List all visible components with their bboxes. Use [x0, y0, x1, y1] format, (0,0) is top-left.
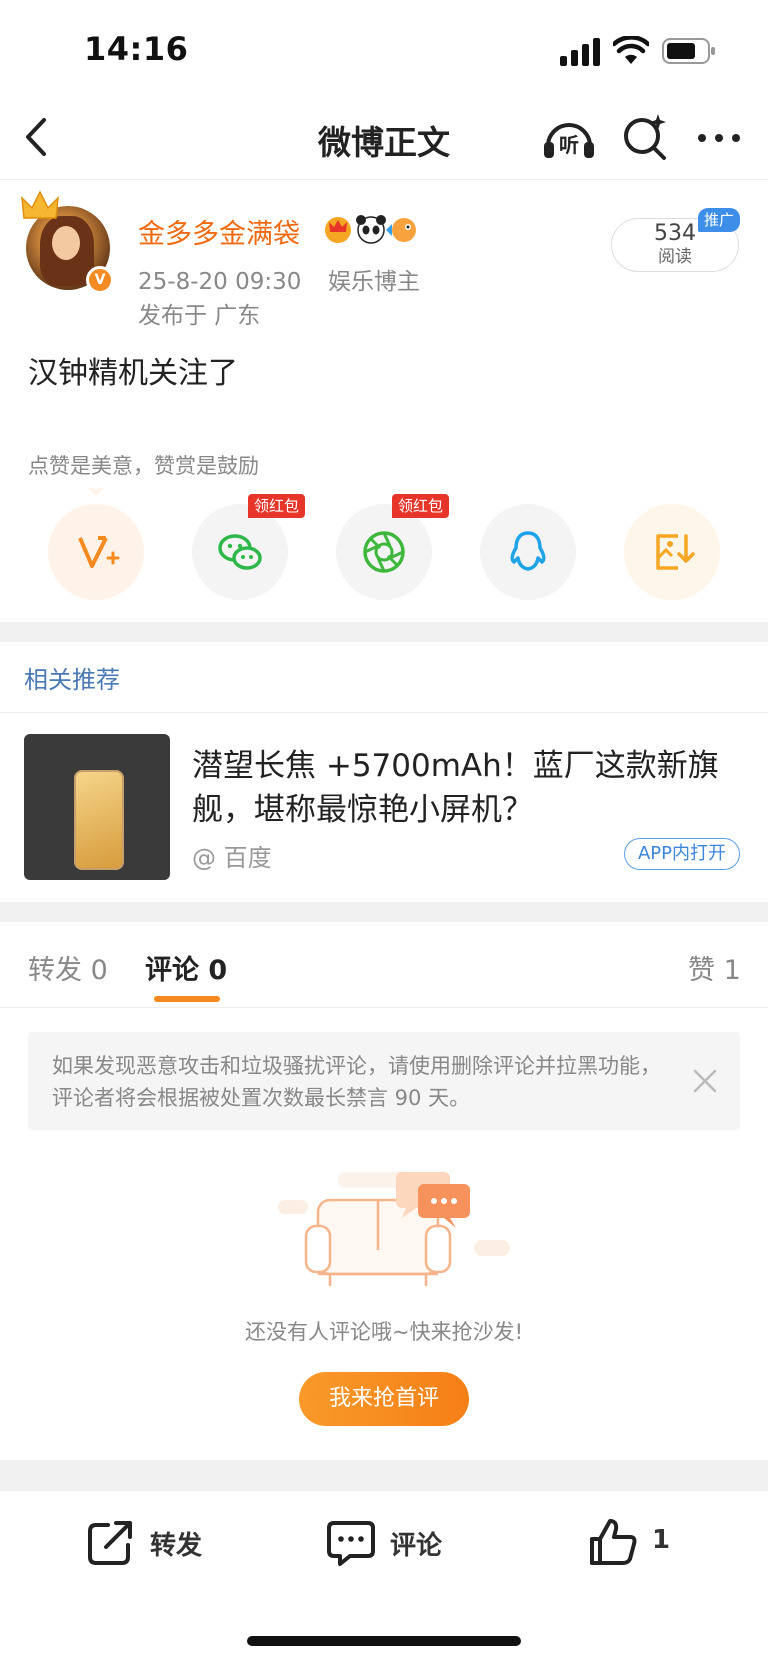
- share-moments-button[interactable]: 领红包: [336, 494, 450, 600]
- related-source: @ 百度: [192, 844, 272, 872]
- first-comment-button[interactable]: 我来抢首评: [299, 1372, 469, 1426]
- red-packet-badge: 领红包: [392, 494, 450, 518]
- user-tag: 娱乐博主: [327, 269, 420, 295]
- related-section-title: 相关推荐: [24, 666, 120, 694]
- interaction-tabs: 转发 0 评论 0 赞 1: [0, 920, 768, 1008]
- battery-icon: [662, 38, 715, 64]
- avatar[interactable]: V: [21, 190, 114, 294]
- save-image-button[interactable]: [624, 504, 720, 600]
- divider: [0, 712, 768, 713]
- section-divider: [0, 622, 768, 642]
- section-divider: [0, 902, 768, 922]
- status-bar: 14:16: [0, 0, 768, 96]
- related-headline[interactable]: 潜望长焦 +5700mAh！蓝厂这款新旗舰，堪称最惊艳小屏机？: [192, 744, 744, 832]
- home-indicator: [247, 1636, 521, 1646]
- pufferfish-icon: [386, 218, 416, 242]
- comment-label: 评论: [390, 1531, 443, 1561]
- top-nav-bar: 微博正文 听: [0, 96, 768, 180]
- cellular-signal-icon: [560, 38, 600, 66]
- post-date: 25-8-20 09:30: [138, 269, 302, 295]
- post-meta: 25-8-20 09:30 娱乐博主: [138, 262, 420, 296]
- bottom-action-bar: 转发 评论 1: [0, 1490, 768, 1590]
- wechat-icon: [218, 534, 262, 570]
- phone-image: [74, 770, 124, 870]
- user-badges: [325, 215, 416, 244]
- more-dots-icon[interactable]: [694, 110, 744, 164]
- tab-comments[interactable]: 评论 0: [145, 948, 227, 987]
- thumbs-up-icon: [590, 1519, 637, 1565]
- crown-icon: [21, 190, 59, 219]
- share-row: 领红包 领红包: [0, 494, 768, 600]
- tip-pointer: [88, 488, 104, 496]
- reward-button[interactable]: [48, 504, 144, 600]
- moments-icon: [363, 531, 405, 573]
- sofa-illustration: [278, 1172, 510, 1286]
- close-icon[interactable]: [690, 1066, 720, 1096]
- red-packet-badge: 领红包: [248, 494, 306, 518]
- post-location: 发布于 广东: [138, 303, 261, 329]
- open-in-app-button[interactable]: APP内打开: [624, 838, 740, 870]
- panda-icon: [356, 215, 386, 244]
- reward-tip: 点赞是美意，赞赏是鼓励: [28, 454, 259, 478]
- status-time: 14:16: [84, 30, 189, 68]
- headphones-listen-icon[interactable]: 听: [540, 110, 598, 164]
- active-tab-indicator: [154, 996, 220, 1002]
- save-image-icon: [656, 534, 695, 570]
- related-thumbnail[interactable]: [24, 734, 170, 880]
- forward-share-icon: [88, 1521, 132, 1565]
- tab-likes[interactable]: 赞 1: [688, 948, 741, 987]
- notice-text: 如果发现恶意攻击和垃圾骚扰评论，请使用删除评论并拉黑功能，评论者将会根据被处置次…: [52, 1054, 661, 1110]
- comment-button[interactable]: 评论: [326, 1517, 456, 1567]
- post-content: 汉钟精机关注了: [28, 356, 238, 391]
- verified-badge-icon: V: [86, 266, 114, 294]
- empty-comments-text: 还没有人评论哦~快来抢沙发!: [244, 1320, 523, 1344]
- section-divider: [0, 1460, 768, 1490]
- reads-label: 阅读: [658, 247, 692, 267]
- like-button[interactable]: 1: [588, 1517, 678, 1567]
- reward-v-icon: [78, 536, 120, 568]
- comment-notice: 如果发现恶意攻击和垃圾骚扰评论，请使用删除评论并拉黑功能，评论者将会根据被处置次…: [28, 1032, 740, 1130]
- tab-forward[interactable]: 转发 0: [28, 948, 108, 987]
- qq-icon: [510, 531, 546, 571]
- wifi-icon: [613, 36, 649, 64]
- search-sparkle-icon[interactable]: [620, 110, 670, 164]
- listen-label: 听: [559, 133, 579, 157]
- share-wechat-button[interactable]: 领红包: [192, 494, 306, 600]
- share-qq-button[interactable]: [480, 504, 576, 600]
- forward-label: 转发: [150, 1531, 203, 1561]
- promo-badge[interactable]: 推广: [698, 208, 740, 232]
- username[interactable]: 金多多金满袋: [138, 212, 300, 251]
- crown-medal-icon: [325, 217, 351, 243]
- forward-button[interactable]: 转发: [86, 1517, 216, 1567]
- like-count: 1: [652, 1525, 671, 1555]
- comment-bubble-icon: [327, 1521, 375, 1566]
